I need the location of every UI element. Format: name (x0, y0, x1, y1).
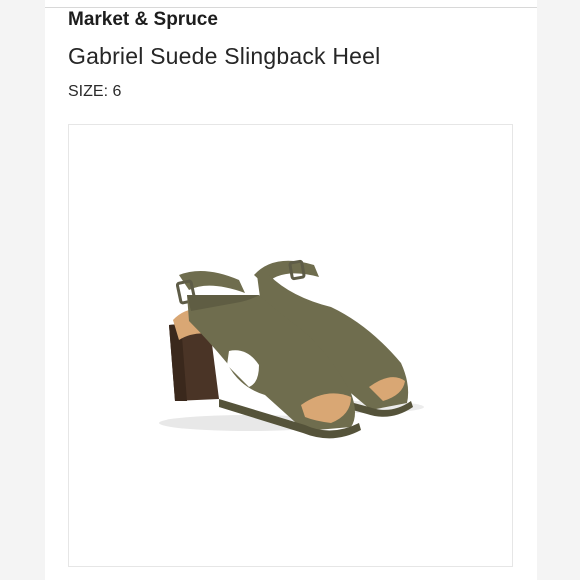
product-image[interactable] (68, 124, 513, 567)
sandals-illustration (159, 259, 424, 439)
product-title: Gabriel Suede Slingback Heel (68, 43, 381, 69)
divider (45, 7, 537, 8)
product-size: SIZE: 6 (68, 83, 122, 100)
brand-name[interactable]: Market & Spruce (68, 9, 218, 31)
